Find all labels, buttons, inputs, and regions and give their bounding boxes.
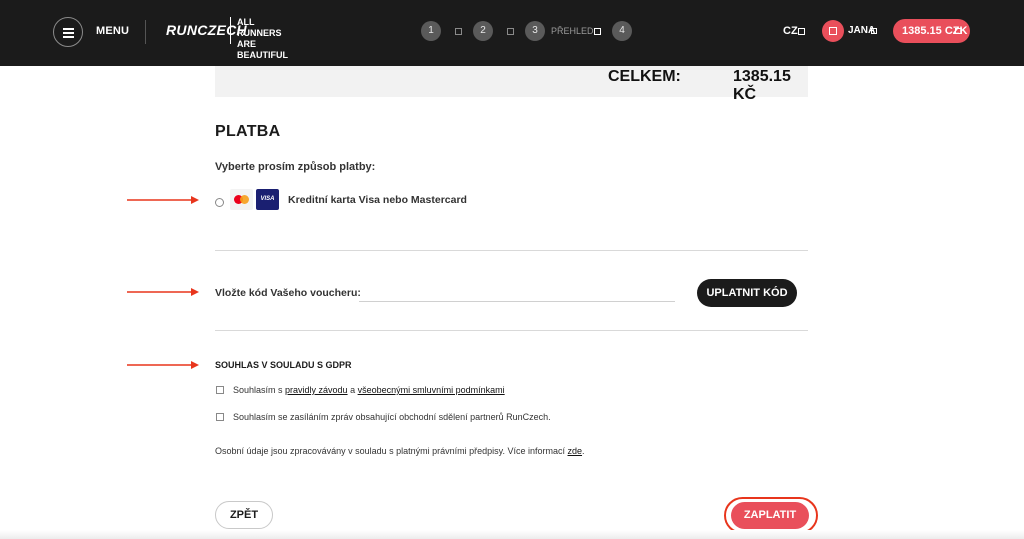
order-total-row: CELKEM: 1385.15 KČ (215, 66, 808, 103)
annotation-arrow-icon (127, 196, 199, 204)
user-avatar-icon[interactable] (822, 20, 844, 42)
annotation-arrow-icon (127, 288, 199, 296)
menu-label[interactable]: MENU (96, 25, 129, 37)
step-separator-icon (455, 28, 462, 35)
total-label: CELKEM: (608, 68, 681, 85)
divider (215, 330, 808, 331)
marketing-consent-checkbox[interactable] (216, 413, 224, 421)
top-header: MENU RUNCZECH ALL RUNNERS ARE BEAUTIFUL … (0, 0, 1024, 66)
page-bottom-shadow (0, 530, 1024, 539)
terms-consent-label: Souhlasím s pravidly závodu a všeobecným… (233, 385, 505, 395)
language-dropdown-icon[interactable] (798, 28, 805, 35)
privacy-info-link[interactable]: zde (568, 446, 583, 456)
user-dropdown-icon[interactable] (871, 28, 877, 34)
back-button[interactable]: ZPĚT (215, 501, 273, 529)
mastercard-icon (230, 189, 253, 210)
runczech-logo[interactable]: RUNCZECH (166, 22, 247, 38)
card-payment-radio[interactable] (215, 198, 224, 207)
consent-text: a (347, 385, 358, 395)
privacy-note: Osobní údaje jsou zpracovávány v souladu… (215, 446, 585, 456)
apply-voucher-button[interactable]: UPLATNIT KÓD (697, 279, 797, 307)
privacy-note-text: Osobní údaje jsou zpracovávány v souladu… (215, 446, 568, 456)
pay-button[interactable]: ZAPLATIT (731, 502, 809, 529)
cart-icon (955, 28, 962, 34)
language-switch[interactable]: CZ (783, 25, 798, 37)
hamburger-menu-icon[interactable] (53, 17, 83, 47)
race-rules-link[interactable]: pravidly závodu (285, 385, 348, 395)
payment-method-prompt: Vyberte prosím způsob platby: (215, 161, 376, 173)
current-step-label: PŘEHLED (551, 26, 594, 36)
terms-conditions-link[interactable]: všeobecnými smluvními podmínkami (358, 385, 505, 395)
marketing-consent-label: Souhlasím se zasíláním zpráv obsahující … (233, 412, 551, 422)
voucher-code-input[interactable] (359, 283, 675, 302)
step-2: 2 (473, 21, 493, 41)
terms-consent-checkbox[interactable] (216, 386, 224, 394)
privacy-note-end: . (582, 446, 585, 456)
logo-tagline: ALL RUNNERS ARE BEAUTIFUL (237, 17, 288, 60)
annotation-arrow-icon (127, 361, 199, 369)
card-payment-label[interactable]: Kreditní karta Visa nebo Mastercard (288, 194, 467, 206)
visa-icon: VISA (256, 189, 279, 210)
step-4: 4 (612, 21, 632, 41)
header-divider (145, 20, 146, 44)
total-value: 1385.15 KČ (733, 68, 791, 103)
step-current-marker-icon (594, 28, 601, 35)
cart-button[interactable]: 1385.15 CZK (893, 19, 970, 43)
logo-divider (230, 17, 231, 44)
payment-section-title: PLATBA (215, 123, 281, 140)
consent-text: Souhlasím s (233, 385, 286, 395)
step-1: 1 (421, 21, 441, 41)
step-3: 3 (525, 21, 545, 41)
gdpr-section-title: SOUHLAS V SOULADU S GDPR (215, 360, 352, 370)
voucher-label: Vložte kód Vašeho voucheru: (215, 287, 361, 299)
step-separator-icon (507, 28, 514, 35)
divider (215, 250, 808, 251)
